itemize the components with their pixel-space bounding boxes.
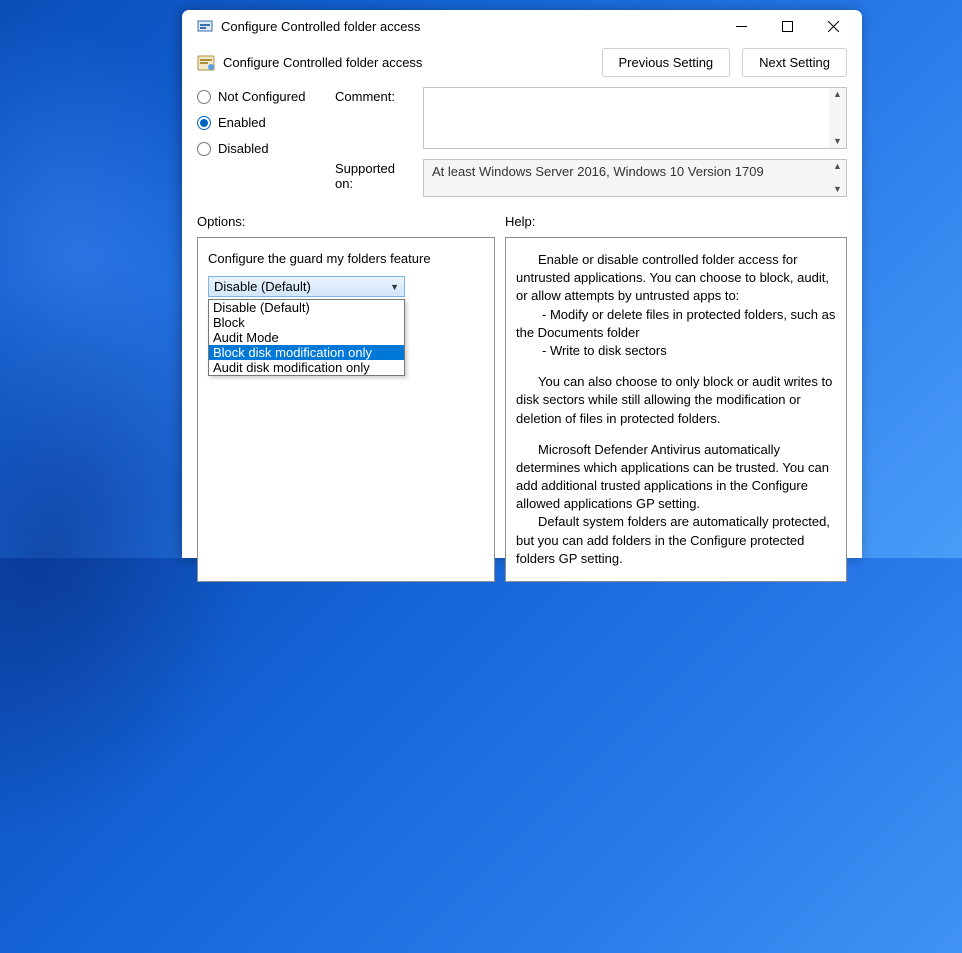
chevron-down-icon: ▼ bbox=[390, 282, 399, 292]
radio-enabled[interactable]: Enabled bbox=[197, 115, 317, 130]
radio-not-configured[interactable]: Not Configured bbox=[197, 89, 317, 104]
state-radio-group: Not Configured Enabled Disabled bbox=[197, 87, 317, 197]
policy-icon bbox=[197, 54, 215, 72]
scroll-down-icon: ▼ bbox=[833, 185, 842, 194]
radio-label: Disabled bbox=[218, 141, 269, 156]
close-button[interactable] bbox=[810, 10, 856, 42]
configure-label: Configure the guard my folders feature bbox=[208, 251, 484, 266]
help-text: Enable or disable controlled folder acce… bbox=[516, 251, 836, 568]
scroll-up-icon: ▲ bbox=[833, 162, 842, 171]
dropdown-option[interactable]: Audit Mode bbox=[209, 330, 404, 345]
guard-mode-dropdown: Disable (Default)BlockAudit ModeBlock di… bbox=[208, 299, 405, 376]
dropdown-option[interactable]: Audit disk modification only bbox=[209, 360, 404, 375]
comment-textarea[interactable]: ▲ ▼ bbox=[423, 87, 847, 149]
minimize-button[interactable] bbox=[718, 10, 764, 42]
dropdown-option[interactable]: Disable (Default) bbox=[209, 300, 404, 315]
radio-label: Enabled bbox=[218, 115, 266, 130]
options-panel: Configure the guard my folders feature D… bbox=[197, 237, 495, 582]
scrollbar[interactable]: ▲ ▼ bbox=[829, 160, 846, 196]
options-label: Options: bbox=[197, 214, 505, 229]
radio-label: Not Configured bbox=[218, 89, 305, 104]
guard-mode-select[interactable]: Disable (Default) ▼ bbox=[208, 276, 405, 297]
select-value: Disable (Default) bbox=[214, 279, 311, 294]
scrollbar[interactable]: ▲ ▼ bbox=[829, 88, 846, 148]
toolbar-heading: Configure Controlled folder access bbox=[223, 55, 422, 70]
app-icon bbox=[197, 18, 213, 34]
next-setting-button[interactable]: Next Setting bbox=[742, 48, 847, 77]
scroll-up-icon: ▲ bbox=[833, 90, 842, 99]
help-label: Help: bbox=[505, 214, 535, 229]
window-title: Configure Controlled folder access bbox=[221, 19, 420, 34]
maximize-button[interactable] bbox=[764, 10, 810, 42]
comment-label: Comment: bbox=[335, 87, 413, 149]
dropdown-option[interactable]: Block bbox=[209, 315, 404, 330]
radio-disabled[interactable]: Disabled bbox=[197, 141, 317, 156]
supported-label: Supported on: bbox=[335, 159, 413, 197]
help-panel: Enable or disable controlled folder acce… bbox=[505, 237, 847, 582]
toolbar: Configure Controlled folder access Previ… bbox=[182, 42, 862, 87]
dropdown-option[interactable]: Block disk modification only bbox=[209, 345, 404, 360]
title-bar: Configure Controlled folder access bbox=[182, 10, 862, 42]
supported-on-box: At least Windows Server 2016, Windows 10… bbox=[423, 159, 847, 197]
scroll-down-icon: ▼ bbox=[833, 137, 842, 146]
policy-editor-window: Configure Controlled folder access Confi… bbox=[182, 10, 862, 558]
supported-on-value: At least Windows Server 2016, Windows 10… bbox=[424, 160, 829, 196]
previous-setting-button[interactable]: Previous Setting bbox=[602, 48, 731, 77]
